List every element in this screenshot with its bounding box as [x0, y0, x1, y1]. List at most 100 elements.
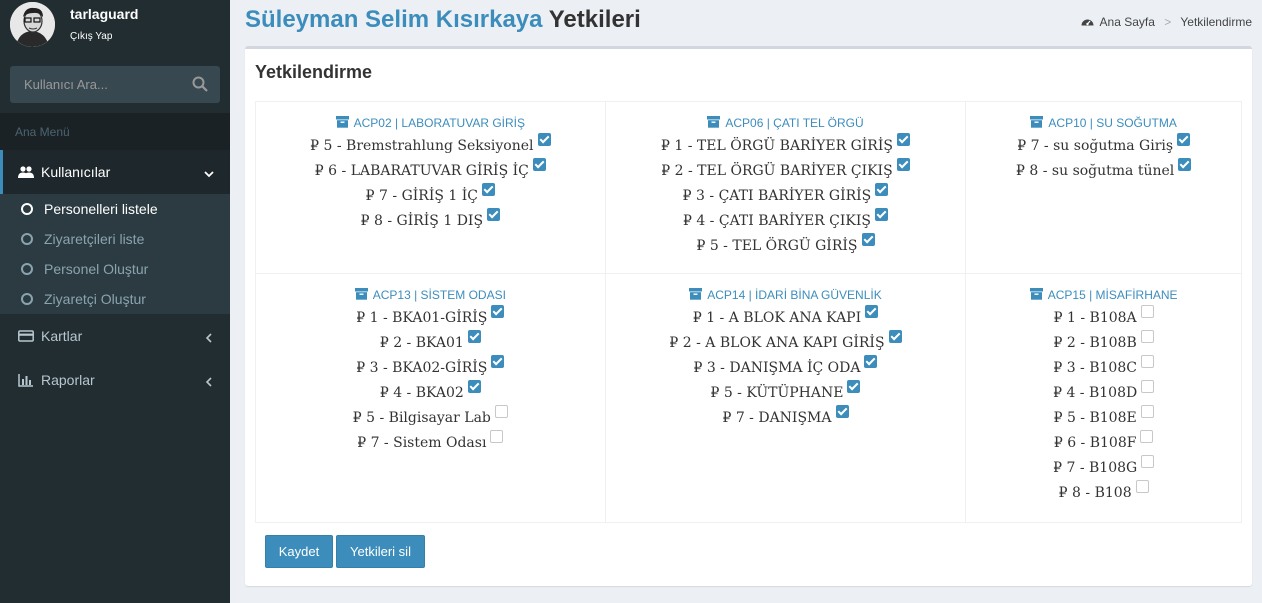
permission-checkbox[interactable] — [467, 380, 481, 393]
permission-checkbox[interactable] — [875, 208, 888, 221]
door-label: 7 - B108G — [1066, 460, 1138, 476]
sidebar-item-users[interactable]: Kullanıcılar — [0, 150, 230, 194]
permission-checkbox[interactable] — [490, 430, 504, 443]
door-label: 5 - B108E — [1066, 410, 1137, 426]
door-label: 8 - su soğutma tünel — [1029, 163, 1175, 179]
group-cell: ACP14 | İDARİ BİNA GÜVENLİK ₽ 1 - A BLOK … — [604, 273, 967, 523]
permission-checkbox[interactable] — [1141, 380, 1155, 393]
door-label: 3 - ÇATI BARİYER GİRİŞ — [696, 188, 872, 204]
group-name: ACP10 | SU SOĞUTMA — [1048, 116, 1177, 130]
bar-chart-icon — [18, 373, 34, 387]
breadcrumb-current: Yetkilendirme — [1180, 15, 1252, 29]
search-icon[interactable] — [192, 76, 210, 94]
permission-checkbox[interactable] — [1140, 355, 1154, 368]
door-icon: ₽ — [314, 163, 324, 179]
page-title: Süleyman Selim Kısırkaya Yetkileri — [245, 6, 641, 34]
door-label: 5 - Bremstrahlung Seksiyonel — [323, 138, 534, 154]
door-icon: ₽ — [1016, 163, 1025, 179]
sidebar-search — [10, 66, 220, 103]
group-cell: ACP10 | SU SOĞUTMA ₽ 7 - su soğutma Giriş… — [965, 101, 1242, 274]
permissions-box: Yetkilendirme ACP02 | LABORATUVAR GİRİŞ ₽… — [245, 46, 1252, 586]
door-label: 2 - BKA01 — [393, 335, 464, 351]
door-row: ₽ 8 - B108 — [966, 480, 1241, 505]
permission-checkbox[interactable] — [1141, 455, 1155, 468]
door-row: ₽ 7 - GİRİŞ 1 İÇ — [256, 183, 605, 208]
door-icon: ₽ — [661, 163, 671, 179]
permission-checkbox[interactable] — [1140, 405, 1154, 418]
door-icon: ₽ — [357, 435, 367, 451]
dashboard-icon — [1081, 16, 1094, 27]
sidebar-item-label: Kullanıcılar — [41, 164, 111, 180]
submenu-item-personnel-list[interactable]: Personelleri listele — [0, 194, 230, 224]
permission-checkbox[interactable] — [896, 133, 910, 146]
door-icon: ₽ — [365, 188, 375, 204]
archive-icon — [335, 116, 349, 128]
door-label: 7 - GİRİŞ 1 İÇ — [379, 188, 478, 204]
permission-checkbox[interactable] — [835, 405, 849, 418]
group-title: ACP02 | LABORATUVAR GİRİŞ — [256, 116, 605, 130]
permission-checkbox[interactable] — [1140, 330, 1154, 343]
save-button[interactable]: Kaydet — [265, 535, 333, 568]
permission-checkbox[interactable] — [494, 405, 508, 418]
search-input[interactable] — [10, 66, 185, 103]
permission-checkbox[interactable] — [1135, 480, 1149, 493]
permission-checkbox[interactable] — [491, 355, 505, 368]
submenu-item-create-personnel[interactable]: Personel Oluştur — [0, 254, 230, 284]
door-label: 1 - B108A — [1067, 310, 1137, 326]
door-label: 5 - KÜTÜPHANE — [723, 385, 844, 401]
page-title-suffix: Yetkileri — [548, 6, 641, 33]
sidebar-item-label: Raporlar — [41, 372, 95, 388]
door-icon: ₽ — [1053, 335, 1063, 351]
door-icon: ₽ — [660, 138, 670, 154]
permission-checkbox[interactable] — [1140, 305, 1154, 318]
door-row: ₽ 3 - BKA02-GİRİŞ — [256, 355, 605, 380]
door-label: 4 - BKA02 — [393, 385, 464, 401]
permission-checkbox[interactable] — [1178, 158, 1192, 171]
permissions-grid: ACP02 | LABORATUVAR GİRİŞ ₽ 5 - Bremstrah… — [255, 101, 1242, 523]
breadcrumb-home[interactable]: Ana Sayfa — [1100, 15, 1155, 29]
group-cell: ACP02 | LABORATUVAR GİRİŞ ₽ 5 - Bremstrah… — [255, 101, 606, 274]
permission-checkbox[interactable] — [1140, 430, 1154, 443]
permission-checkbox[interactable] — [888, 330, 902, 343]
door-row: ₽ 2 - TEL ÖRGÜ BARİYER ÇIKIŞ — [606, 158, 966, 183]
archive-icon — [689, 288, 703, 300]
door-icon: ₽ — [696, 238, 706, 254]
sidebar: tarlaguard Çıkış Yap Ana Menü Kullanıcıl… — [0, 0, 230, 603]
group-cell: ACP13 | SİSTEM ODASI ₽ 1 - BKA01-GİRİŞ ₽ 2… — [255, 273, 606, 523]
circle-icon — [21, 203, 33, 215]
door-row: ₽ 2 - A BLOK ANA KAPI GİRİŞ — [606, 330, 966, 355]
door-icon: ₽ — [360, 213, 370, 229]
permission-checkbox[interactable] — [865, 305, 879, 318]
sidebar-item-reports[interactable]: Raporlar — [0, 358, 230, 402]
submenu-item-visitor-list[interactable]: Ziyaretçileri liste — [0, 224, 230, 254]
permission-checkbox[interactable] — [467, 330, 481, 343]
permission-checkbox[interactable] — [1177, 133, 1191, 146]
delete-permissions-button[interactable]: Yetkileri sil — [336, 535, 425, 568]
archive-icon — [707, 116, 721, 128]
submenu-item-create-visitor[interactable]: Ziyaretçi Oluştur — [0, 284, 230, 314]
door-row: ₽ 5 - TEL ÖRGÜ GİRİŞ — [606, 233, 966, 258]
door-row: ₽ 1 - BKA01-GİRİŞ — [256, 305, 605, 330]
sidebar-item-cards[interactable]: Kartlar — [0, 314, 230, 358]
group-title: ACP14 | İDARİ BİNA GÜVENLİK — [606, 288, 966, 302]
permission-checkbox[interactable] — [487, 208, 501, 221]
permission-checkbox[interactable] — [896, 158, 910, 171]
group-cell: ACP06 | ÇATI TEL ÖRGÜ ₽ 1 - TEL ÖRGÜ BARİ… — [604, 101, 967, 274]
door-row: ₽ 4 - ÇATI BARİYER ÇIKIŞ — [606, 208, 966, 233]
permission-checkbox[interactable] — [532, 158, 546, 171]
permission-checkbox[interactable] — [537, 133, 551, 146]
permission-checkbox[interactable] — [861, 233, 875, 246]
door-icon: ₽ — [710, 385, 720, 401]
permission-checkbox[interactable] — [482, 183, 495, 196]
door-icon: ₽ — [693, 360, 703, 376]
permission-checkbox[interactable] — [491, 305, 505, 318]
door-icon: ₽ — [1017, 138, 1027, 154]
permission-checkbox[interactable] — [864, 355, 878, 368]
circle-icon — [21, 263, 33, 275]
permission-checkbox[interactable] — [875, 183, 889, 196]
door-label: 7 - su soğutma Giriş — [1030, 138, 1174, 154]
logout-link[interactable]: Çıkış Yap — [70, 31, 112, 42]
permission-checkbox[interactable] — [847, 380, 861, 393]
door-icon: ₽ — [682, 188, 692, 204]
door-label: 8 - B108 — [1072, 485, 1132, 501]
